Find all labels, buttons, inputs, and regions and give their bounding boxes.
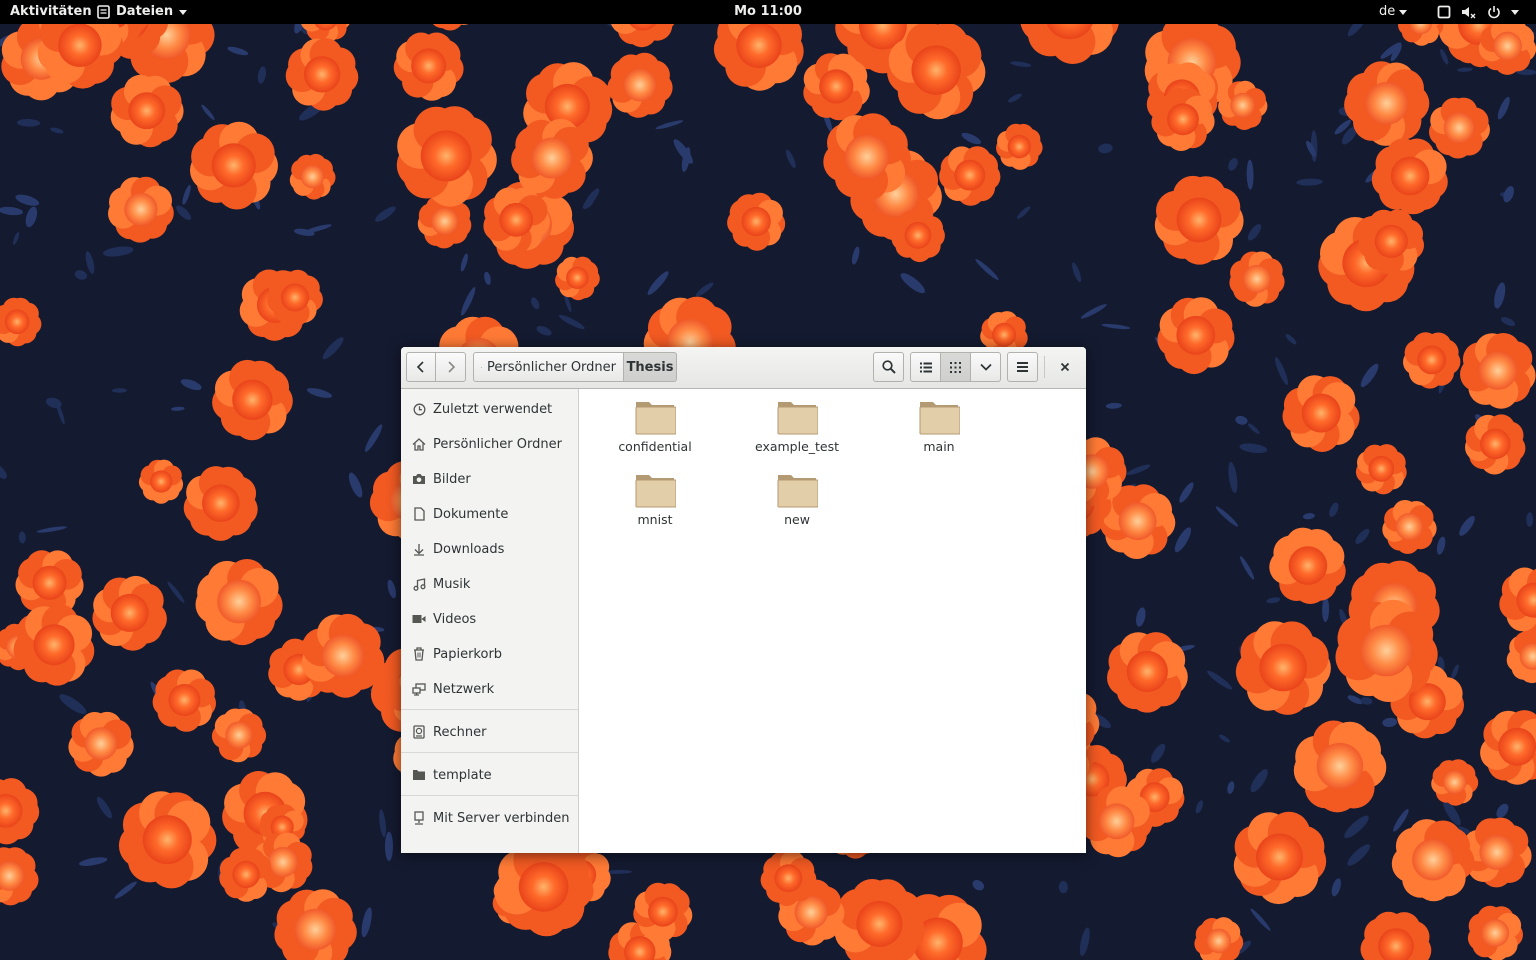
chevron-down-icon <box>1511 9 1519 15</box>
sidebar-item-label: Persönlicher Ordner <box>433 436 562 452</box>
sidebar-item-label: Rechner <box>433 724 487 740</box>
document-icon <box>411 506 427 522</box>
file-name: mnist <box>637 512 673 527</box>
sidebar-item-home[interactable]: Persönlicher Ordner <box>401 429 578 459</box>
sidebar-item-label: Downloads <box>433 541 505 557</box>
folder-icon <box>777 402 818 435</box>
view-options-button[interactable] <box>971 352 1001 382</box>
music-icon <box>411 576 427 592</box>
network-icon <box>411 681 427 697</box>
chevron-down-icon <box>979 363 992 371</box>
search-icon <box>881 360 896 374</box>
app-menu[interactable]: Dateien <box>97 0 188 24</box>
sidebar-separator <box>401 709 578 710</box>
chevron-right-icon <box>447 361 455 373</box>
clock-icon <box>411 401 427 417</box>
sidebar-item-label: Dokumente <box>433 506 509 522</box>
sidebar-item-connect-server[interactable]: Mit Server verbinden <box>401 803 578 833</box>
sidebar-item-trash[interactable]: Papierkorb <box>401 639 578 669</box>
folder-item[interactable]: confidential <box>595 398 715 464</box>
home-icon <box>411 436 427 452</box>
server-icon <box>411 810 427 826</box>
sidebar-item-videos[interactable]: Videos <box>401 604 578 634</box>
close-window-button[interactable] <box>1052 352 1078 382</box>
clock-area: Mo 11:00 <box>0 0 1536 24</box>
activities-button[interactable]: Aktivitäten <box>10 0 92 24</box>
sidebar-item-label: Musik <box>433 576 471 592</box>
file-name: confidential <box>618 439 692 454</box>
forward-button[interactable] <box>436 352 466 382</box>
sidebar-separator <box>401 795 578 796</box>
chevron-down-icon <box>1399 9 1408 15</box>
grid-view-button[interactable] <box>941 352 971 382</box>
sidebar-item-network[interactable]: Netzwerk <box>401 674 578 704</box>
file-name: new <box>784 512 810 527</box>
chevron-down-icon <box>179 9 188 15</box>
sidebar-item-label: Bilder <box>433 471 471 487</box>
sidebar-item-label: Papierkorb <box>433 646 503 662</box>
folder-icon <box>777 475 818 508</box>
sidebar-item-label: Netzwerk <box>433 681 495 697</box>
sidebar-item-documents[interactable]: Dokumente <box>401 499 578 529</box>
download-icon <box>411 541 427 557</box>
sidebar-item-template[interactable]: template <box>401 760 578 790</box>
sidebar-item-label: Mit Server verbinden <box>433 810 570 826</box>
sidebar-item-pictures[interactable]: Bilder <box>401 464 578 494</box>
files-app-icon <box>97 5 110 19</box>
hamburger-menu-icon <box>1017 362 1028 372</box>
video-icon <box>411 611 427 627</box>
chevron-left-icon <box>416 361 424 373</box>
folder-item[interactable]: new <box>737 471 857 537</box>
keyboard-language-menu[interactable]: de <box>1379 0 1408 24</box>
breadcrumb-current[interactable]: Thesis <box>624 352 677 382</box>
computer-icon <box>411 724 427 740</box>
sidebar-item-label: Zuletzt verwendet <box>433 401 553 417</box>
sidebar-item-music[interactable]: Musik <box>401 569 578 599</box>
power-icon <box>1488 6 1500 19</box>
window-overview-icon <box>1437 5 1451 19</box>
file-name: example_test <box>754 439 840 454</box>
back-button[interactable] <box>406 352 436 382</box>
folder-item[interactable]: example_test <box>737 398 857 464</box>
menu-button[interactable] <box>1007 352 1038 382</box>
sidebar-item-recent[interactable]: Zuletzt verwendet <box>401 394 578 424</box>
folder-item[interactable]: mnist <box>595 471 715 537</box>
folder-icon <box>635 402 676 435</box>
places-sidebar: Zuletzt verwendet Persönlicher Ordner Bi… <box>401 389 579 853</box>
file-manager-window: Persönlicher Ordner Thesis Zuletzt verwe… <box>401 347 1086 853</box>
volume-muted-icon <box>1462 7 1476 19</box>
sidebar-item-label: Videos <box>433 611 477 627</box>
file-name: main <box>923 439 955 454</box>
top-bar: Aktivitäten Dateien Mo 11:00 de <box>0 0 1536 24</box>
header-separator <box>1044 356 1045 378</box>
search-button[interactable] <box>873 352 904 382</box>
clock[interactable]: Mo 11:00 <box>734 4 802 19</box>
folder-icon <box>411 767 427 783</box>
system-status-menu[interactable] <box>1437 0 1519 24</box>
sidebar-item-downloads[interactable]: Downloads <box>401 534 578 564</box>
list-view-icon <box>919 362 932 372</box>
folder-icon <box>635 475 676 508</box>
folder-item[interactable]: main <box>879 398 999 464</box>
home-icon <box>481 366 483 368</box>
breadcrumb-home[interactable]: Persönlicher Ordner <box>473 352 624 382</box>
grid-view-icon <box>950 361 961 373</box>
breadcrumb-home-label: Persönlicher Ordner <box>487 359 616 375</box>
sidebar-item-label: template <box>433 767 492 783</box>
breadcrumb-current-label: Thesis <box>626 359 674 375</box>
folder-icon <box>919 402 960 435</box>
sidebar-item-computer[interactable]: Rechner <box>401 717 578 747</box>
language-label: de <box>1379 4 1396 19</box>
camera-icon <box>411 471 427 487</box>
app-menu-label: Dateien <box>116 4 174 19</box>
list-view-button[interactable] <box>910 352 941 382</box>
trash-icon <box>411 646 427 662</box>
close-icon <box>1060 362 1070 372</box>
file-grid: confidential example_test main mnist new <box>579 389 1086 853</box>
header-bar: Persönlicher Ordner Thesis <box>401 347 1086 389</box>
sidebar-separator <box>401 752 578 753</box>
